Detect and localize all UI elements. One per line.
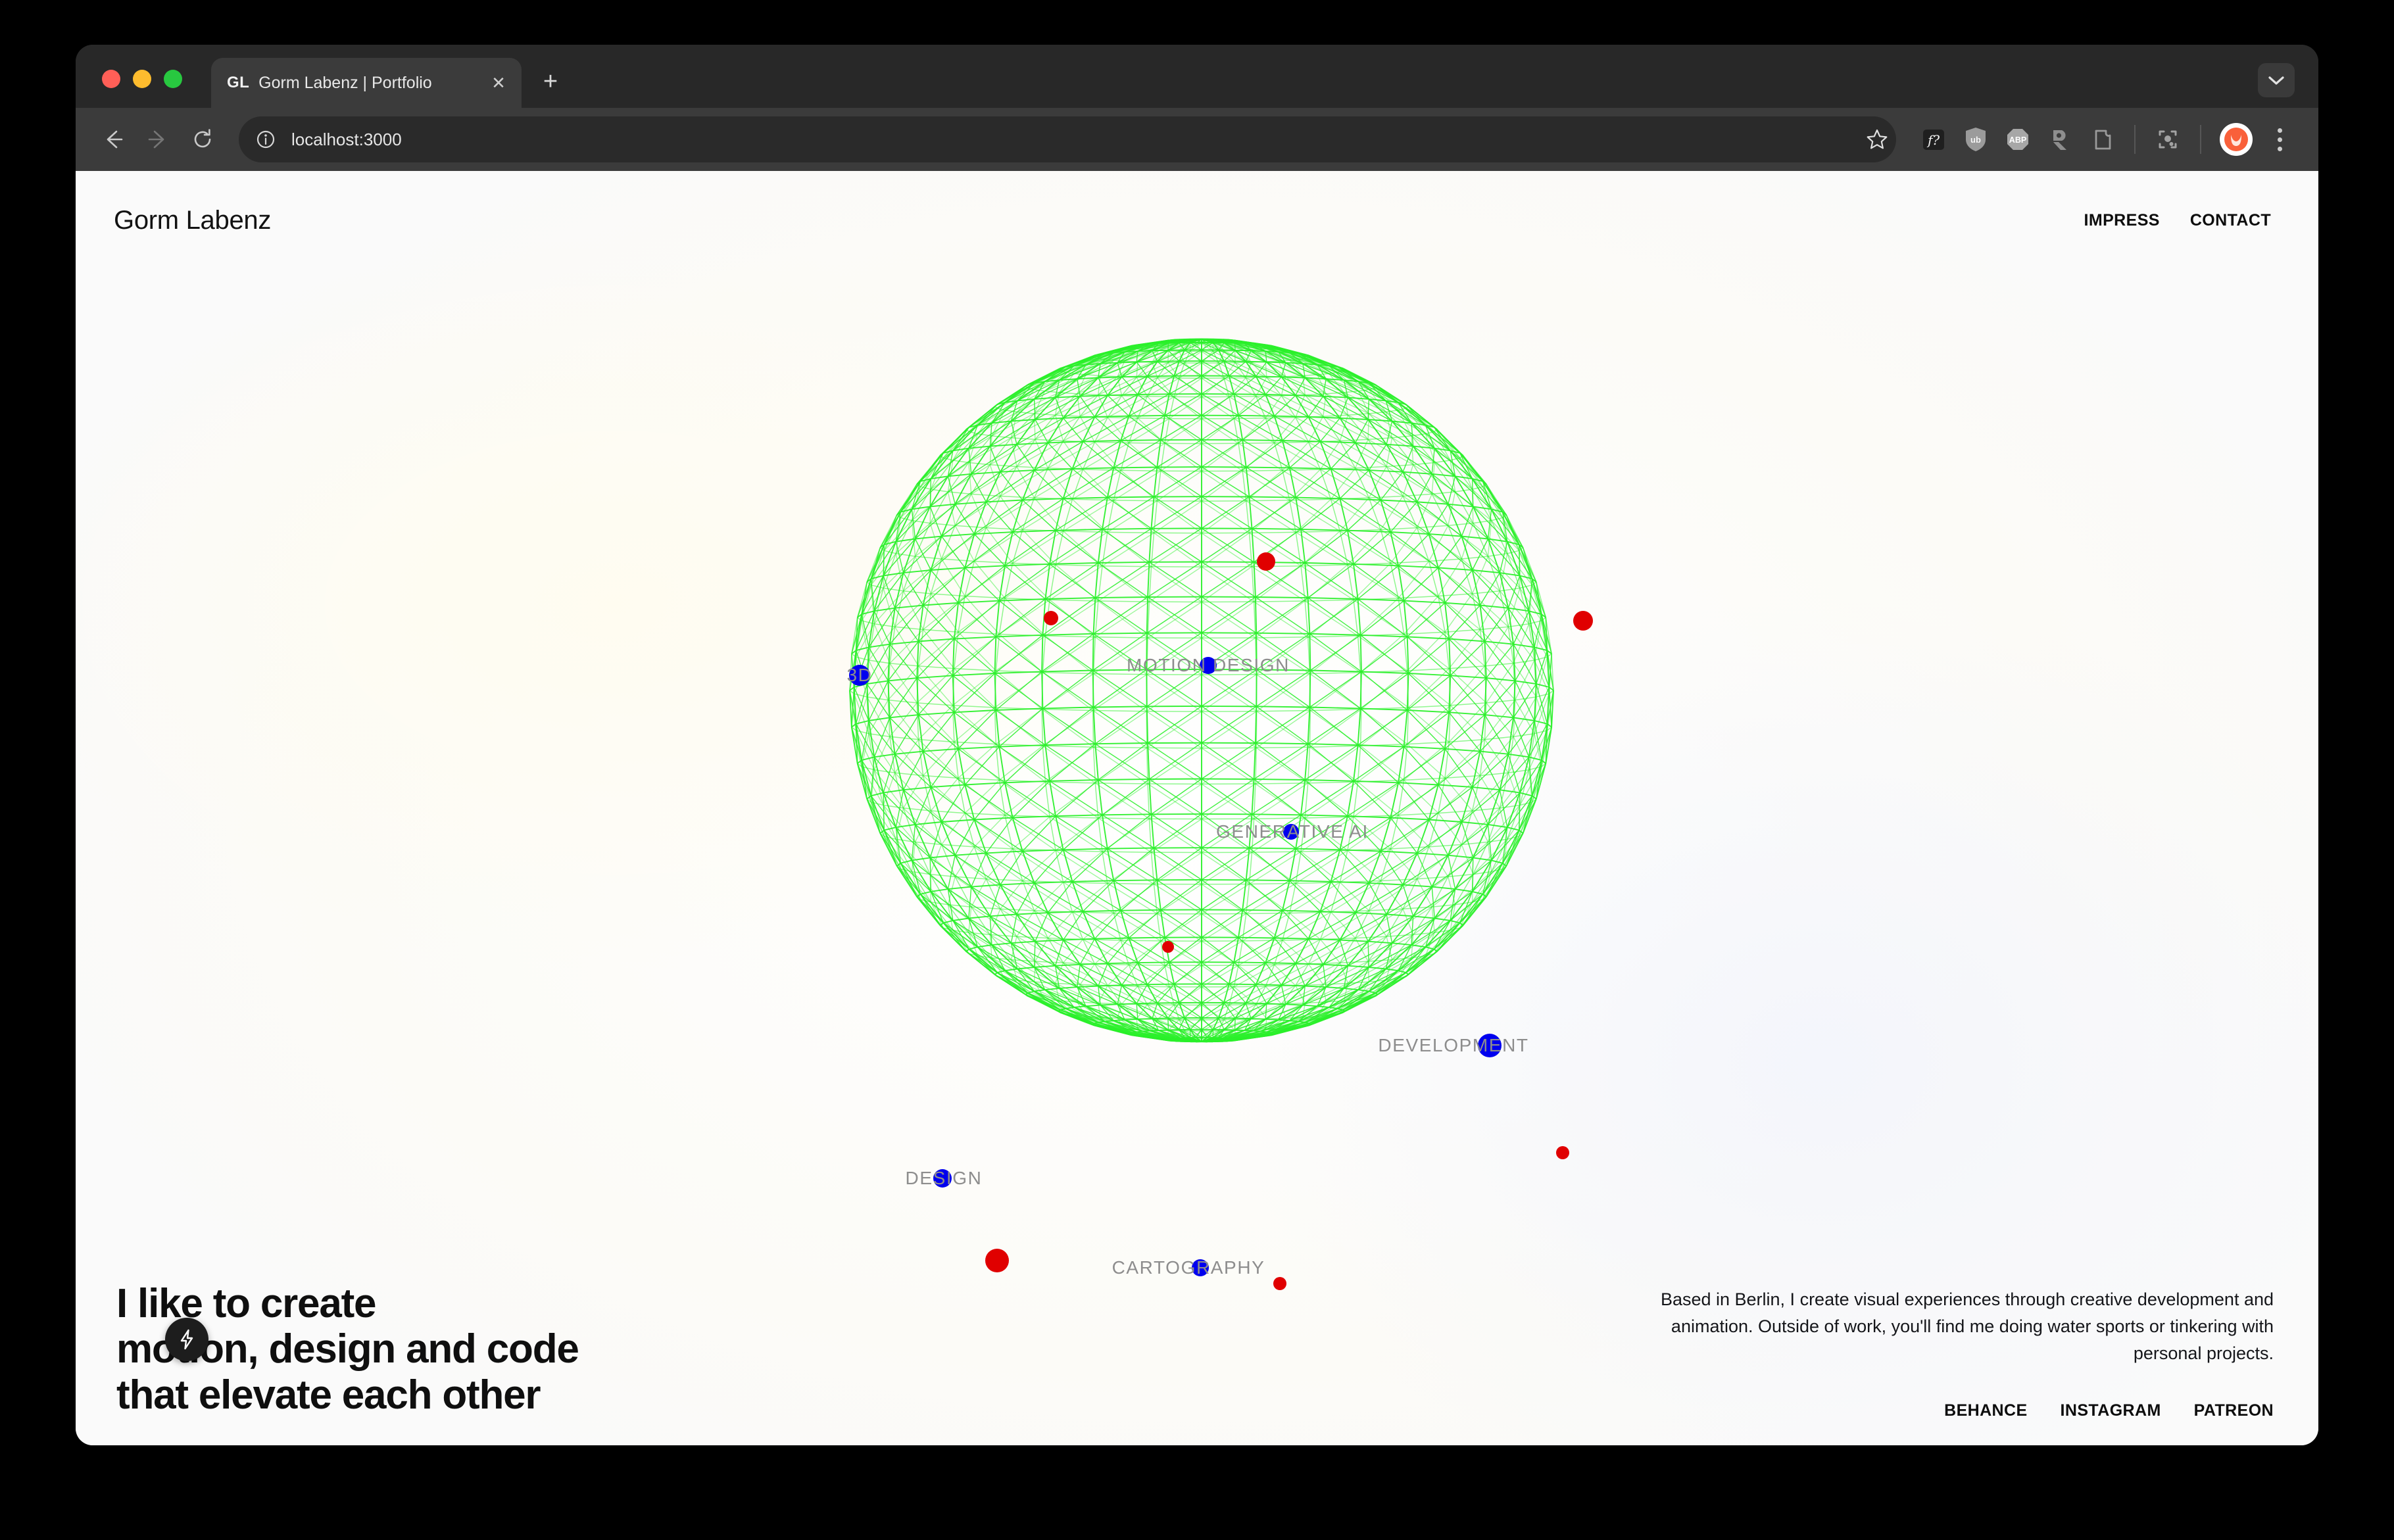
address-bar[interactable]: localhost:3000 xyxy=(239,116,1896,162)
site-nav: IMPRESS CONTACT xyxy=(2084,211,2271,230)
minimize-window-button[interactable] xyxy=(133,70,151,88)
social-link-instagram[interactable]: INSTAGRAM xyxy=(2061,1401,2161,1420)
three-dot-menu-icon[interactable] xyxy=(2262,120,2297,158)
close-window-button[interactable] xyxy=(102,70,120,88)
nav-link-impress[interactable]: IMPRESS xyxy=(2084,211,2160,230)
lens-search-icon[interactable] xyxy=(2149,120,2187,158)
about-paragraph: Based in Berlin, I create visual experie… xyxy=(1660,1289,2274,1363)
tab-title: Gorm Labenz | Portfolio xyxy=(258,73,432,92)
arrow-left-icon[interactable] xyxy=(93,119,134,160)
globe-wireframe-svg xyxy=(849,338,1554,1043)
headline-line-3: that elevate each other xyxy=(116,1372,541,1418)
browser-toolbar: localhost:3000 f? ub ABP xyxy=(76,108,2318,171)
svg-text:ub: ub xyxy=(1970,135,1981,145)
wireframe-globe[interactable]: MOTION DESIGN GENERATIVE AI DEVELOPMENT 3D D… xyxy=(76,171,2318,1445)
close-tab-icon[interactable]: ✕ xyxy=(487,72,510,94)
globe-marker-dot xyxy=(1556,1146,1569,1159)
page-viewport: Gorm Labenz IMPRESS CONTACT MOTION DESIG… xyxy=(76,171,2318,1445)
toolbar-divider-2 xyxy=(2200,125,2201,154)
site-header: Gorm Labenz IMPRESS CONTACT xyxy=(76,171,2318,270)
social-links: BEHANCE INSTAGRAM PATREON xyxy=(1616,1401,2274,1420)
toolbar-divider xyxy=(2134,125,2136,154)
browser-window: GL Gorm Labenz | Portfolio ✕ + localhost… xyxy=(76,45,2318,1445)
reload-icon[interactable] xyxy=(182,119,223,160)
globe-marker-dot xyxy=(1573,611,1593,631)
globe-node-dot[interactable] xyxy=(1478,1034,1502,1057)
globe-node-dot[interactable] xyxy=(1283,824,1299,840)
globe-marker-dot xyxy=(1162,941,1174,953)
maximize-window-button[interactable] xyxy=(164,70,182,88)
r-extension-icon[interactable] xyxy=(2041,120,2079,158)
tab-strip: GL Gorm Labenz | Portfolio ✕ + xyxy=(76,45,2318,108)
globe-marker-dot xyxy=(1257,552,1275,571)
nav-link-contact[interactable]: CONTACT xyxy=(2190,211,2271,230)
new-tab-icon[interactable]: + xyxy=(532,63,569,100)
globe-node-dot[interactable] xyxy=(849,665,870,686)
globe-marker-dot xyxy=(985,1249,1009,1272)
fx-question-extension-icon[interactable]: f? xyxy=(1915,120,1953,158)
chevron-down-icon[interactable] xyxy=(2258,63,2295,97)
extensions-puzzle-icon[interactable] xyxy=(2083,120,2121,158)
profile-avatar[interactable] xyxy=(2220,123,2253,156)
url-text: localhost:3000 xyxy=(291,129,402,149)
globe-marker-dot xyxy=(1273,1277,1286,1290)
svg-text:f?: f? xyxy=(1926,132,1940,148)
adblock-plus-icon[interactable]: ABP xyxy=(1999,120,2037,158)
globe-node-dot[interactable] xyxy=(1192,1259,1209,1276)
bookmark-star-icon[interactable] xyxy=(1858,120,1896,158)
ublock-origin-icon[interactable]: ub xyxy=(1957,120,1995,158)
globe-node-dot[interactable] xyxy=(1200,657,1217,674)
svg-text:ABP: ABP xyxy=(2009,135,2026,145)
lightning-bolt-icon[interactable] xyxy=(165,1318,208,1361)
window-traffic-lights xyxy=(76,70,182,108)
browser-tab[interactable]: GL Gorm Labenz | Portfolio ✕ xyxy=(211,58,522,108)
footer-right: Based in Berlin, I create visual experie… xyxy=(1616,1286,2274,1420)
info-circle-icon[interactable] xyxy=(255,128,277,151)
globe-node-dot[interactable] xyxy=(933,1169,952,1188)
brand-name[interactable]: Gorm Labenz xyxy=(114,206,271,235)
arrow-right-icon[interactable] xyxy=(137,119,178,160)
tab-favicon: GL xyxy=(227,74,250,91)
social-link-patreon[interactable]: PATREON xyxy=(2194,1401,2274,1420)
social-link-behance[interactable]: BEHANCE xyxy=(1944,1401,2027,1420)
globe-marker-dot xyxy=(1044,611,1058,625)
